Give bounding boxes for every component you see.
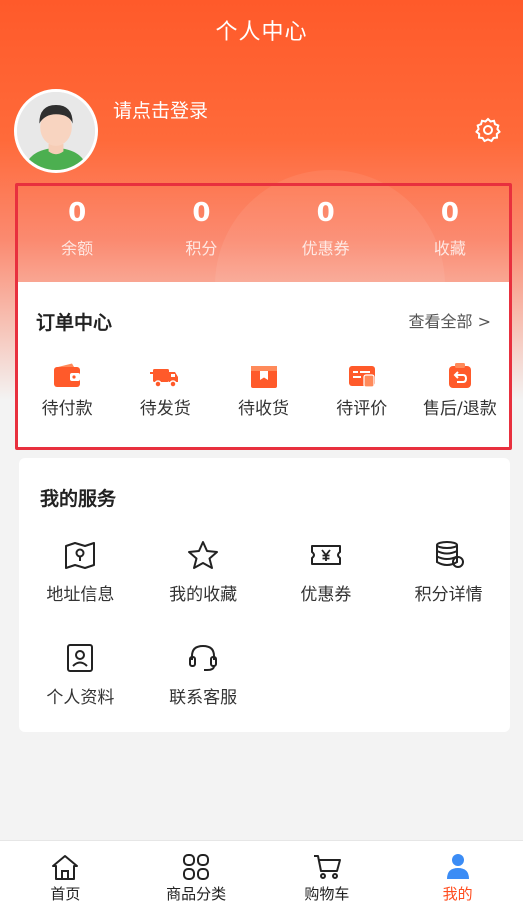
service-label: 优惠券 <box>300 585 352 605</box>
service-favorites[interactable]: 我的收藏 <box>142 540 265 605</box>
login-prompt[interactable]: 请点击登录 <box>113 96 208 123</box>
bottom-tab-bar: 首页 商品分类 购物车 我的 <box>0 840 523 906</box>
headset-icon <box>189 644 218 671</box>
service-label: 联系客服 <box>169 688 238 708</box>
cart-icon <box>313 855 341 879</box>
tab-label: 我的 <box>442 885 473 903</box>
tab-label: 首页 <box>50 885 81 903</box>
service-customer-support[interactable]: 联系客服 <box>142 643 265 708</box>
profile-icon <box>67 644 94 672</box>
settings-gear-icon[interactable] <box>474 116 502 144</box>
tab-cart[interactable]: 购物车 <box>262 841 393 906</box>
tab-label: 商品分类 <box>166 885 227 903</box>
map-icon <box>65 542 96 569</box>
tab-mine[interactable]: 我的 <box>392 841 523 906</box>
service-label: 积分详情 <box>414 585 483 605</box>
coins-icon <box>435 541 464 568</box>
services-grid: 地址信息 我的收藏 优惠券 积分详情 个人资料 联系客服 <box>19 540 510 708</box>
avatar[interactable] <box>14 89 98 173</box>
highlight-frame <box>15 183 512 450</box>
page-title: 个人中心 <box>215 20 308 45</box>
service-address[interactable]: 地址信息 <box>19 540 142 605</box>
service-points-detail[interactable]: 积分详情 <box>387 540 510 605</box>
service-coupons[interactable]: 优惠券 <box>265 540 388 605</box>
service-label: 地址信息 <box>46 585 115 605</box>
home-icon <box>52 855 79 880</box>
service-label: 个人资料 <box>46 688 115 708</box>
avatar-icon <box>17 92 95 170</box>
grid-icon <box>183 854 210 880</box>
my-services-card: 我的服务 地址信息 我的收藏 优惠券 积分详情 个人资料 联系客服 <box>19 458 510 732</box>
tab-home[interactable]: 首页 <box>0 841 131 906</box>
coupon-icon <box>310 545 341 565</box>
tab-label: 购物车 <box>304 885 350 903</box>
service-label: 我的收藏 <box>169 585 238 605</box>
services-title: 我的服务 <box>40 488 117 510</box>
service-profile[interactable]: 个人资料 <box>19 643 142 708</box>
star-icon <box>188 541 219 569</box>
user-icon <box>446 854 469 879</box>
tab-categories[interactable]: 商品分类 <box>131 841 262 906</box>
